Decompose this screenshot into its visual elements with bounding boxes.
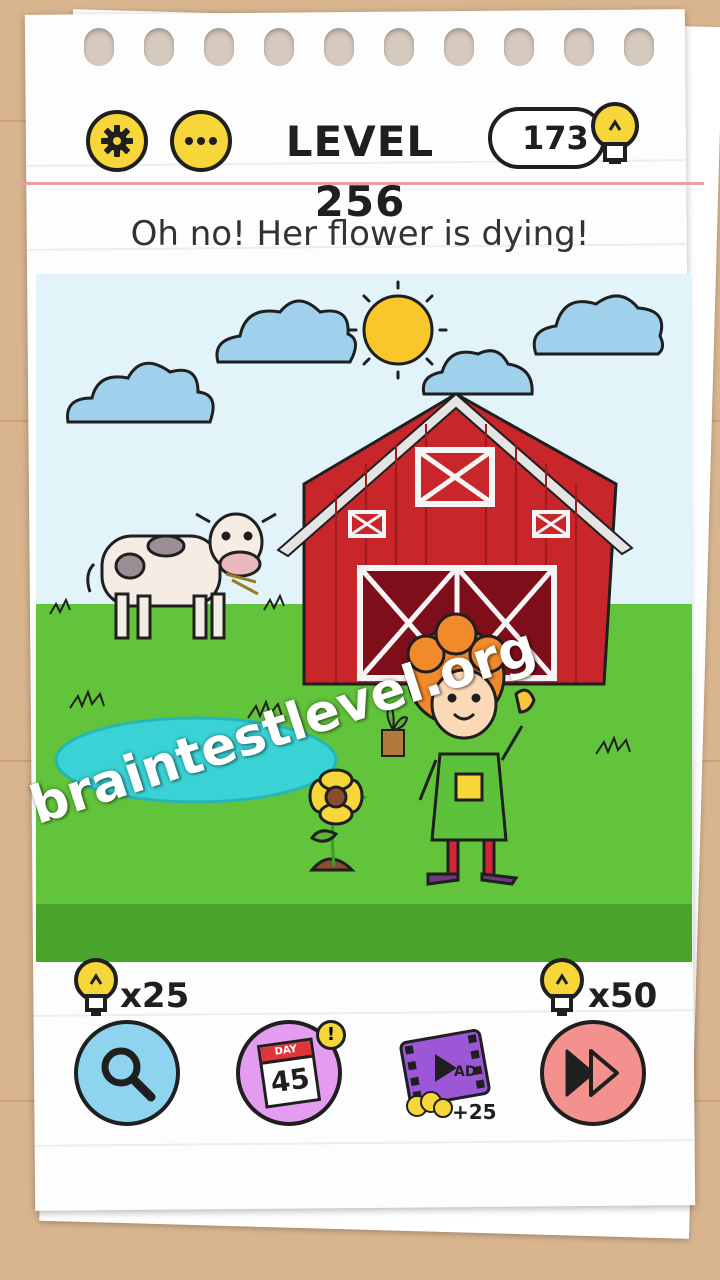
- ad-label: AD: [454, 1064, 477, 1080]
- lightbulb-icon: [74, 958, 118, 1016]
- calendar-day-number: 45: [268, 1061, 312, 1100]
- lightbulb-icon: [591, 102, 639, 164]
- search-hint-button[interactable]: [74, 1020, 180, 1126]
- binder-hole: [204, 28, 234, 66]
- skip-level-button[interactable]: [540, 1020, 646, 1126]
- binder-hole: [264, 28, 294, 66]
- binder-hole: [84, 28, 114, 66]
- search-cost: x25: [120, 976, 190, 1016]
- alert-badge-icon: !: [316, 1020, 346, 1050]
- binder-hole: [144, 28, 174, 66]
- binder-hole: [324, 28, 354, 66]
- skip-cost: x50: [588, 976, 658, 1016]
- binder-hole: [564, 28, 594, 66]
- more-dots-icon: [185, 137, 217, 145]
- lightbulb-icon: [540, 958, 584, 1016]
- hint-count: 173: [522, 119, 589, 157]
- daily-challenge-button[interactable]: DAY 45 !: [236, 1020, 346, 1126]
- binder-hole: [624, 28, 654, 66]
- fast-forward-icon: [565, 1049, 619, 1097]
- level-title: LEVEL 256: [285, 117, 435, 226]
- calendar-icon: DAY 45: [256, 1037, 322, 1109]
- more-button[interactable]: [170, 110, 232, 172]
- paper-rule: [34, 1139, 695, 1147]
- binder-hole: [384, 28, 414, 66]
- binder-hole: [444, 28, 474, 66]
- binder-hole: [504, 28, 534, 66]
- gear-icon: [101, 125, 133, 157]
- sun: [348, 280, 448, 380]
- watch-ad-button[interactable]: AD +25: [392, 1020, 498, 1126]
- magnifier-icon: [101, 1047, 156, 1102]
- settings-button[interactable]: [86, 110, 148, 172]
- ad-reward: +25: [452, 1100, 497, 1124]
- level-question: Oh no! Her flower is dying!: [130, 214, 590, 254]
